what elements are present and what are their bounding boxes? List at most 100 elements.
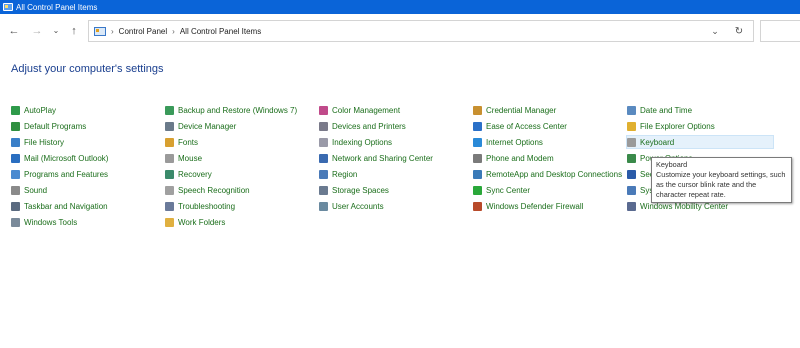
control-panel-item[interactable]: Devices and Printers — [319, 120, 406, 132]
control-panel-item-label: Ease of Access Center — [486, 121, 567, 131]
power-options-icon — [627, 153, 636, 163]
control-panel-item[interactable]: Device Manager — [165, 120, 236, 132]
ease-of-access-icon — [473, 121, 482, 131]
control-panel-item[interactable]: Troubleshooting — [165, 200, 235, 212]
control-panel-item[interactable]: AutoPlay — [11, 104, 56, 116]
control-panel-item-label: Windows Defender Firewall — [486, 201, 584, 211]
keyboard-icon — [627, 137, 636, 147]
control-panel-item[interactable]: Region — [319, 168, 357, 180]
control-panel-item[interactable]: Network and Sharing Center — [319, 152, 433, 164]
search-input[interactable] — [760, 20, 800, 42]
refresh-icon[interactable]: ↻ — [733, 25, 745, 37]
control-panel-item[interactable]: Backup and Restore (Windows 7) — [165, 104, 297, 116]
network-icon — [319, 153, 328, 163]
control-panel-item[interactable]: Phone and Modem — [473, 152, 554, 164]
chevron-down-icon[interactable]: ⌄ — [49, 24, 63, 38]
work-folders-icon — [165, 217, 174, 227]
control-panel-item[interactable]: Sync Center — [473, 184, 530, 196]
control-panel-item-label: Date and Time — [640, 105, 693, 115]
address-bar[interactable]: › Control Panel › All Control Panel Item… — [88, 20, 754, 42]
remoteapp-icon — [473, 169, 482, 179]
control-panel-item-label: Keyboard — [640, 137, 675, 147]
internet-options-icon — [473, 137, 482, 147]
control-panel-item-label: File Explorer Options — [640, 121, 715, 131]
control-panel-item[interactable]: Recovery — [165, 168, 212, 180]
control-panel-item-label: Color Management — [332, 105, 401, 115]
storage-icon — [319, 185, 328, 195]
indexing-icon — [319, 137, 328, 147]
control-panel-item[interactable]: Taskbar and Navigation — [11, 200, 108, 212]
control-panel-item[interactable]: Programs and Features — [11, 168, 108, 180]
control-panel-item-label: File History — [24, 137, 65, 147]
device-manager-icon — [165, 121, 174, 131]
breadcrumb-all-items[interactable]: All Control Panel Items — [180, 27, 261, 36]
security-icon — [627, 169, 636, 179]
control-panel-item-label: Troubleshooting — [178, 201, 236, 211]
control-panel-item-label: Sound — [24, 185, 48, 195]
breadcrumb-control-panel[interactable]: Control Panel — [119, 27, 167, 36]
control-panel-item-label: Network and Sharing Center — [332, 153, 433, 163]
backup-icon — [165, 105, 174, 115]
taskbar-icon — [11, 201, 20, 211]
control-panel-item[interactable]: File Explorer Options — [627, 120, 715, 132]
control-panel-item[interactable]: Storage Spaces — [319, 184, 389, 196]
control-panel-item[interactable]: Ease of Access Center — [473, 120, 567, 132]
control-panel-icon — [3, 3, 13, 11]
control-panel-item[interactable]: Keyboard — [626, 135, 774, 149]
control-panel-item[interactable]: User Accounts — [319, 200, 384, 212]
default-programs-icon — [11, 121, 20, 131]
control-panel-item-label: Mouse — [178, 153, 203, 163]
devices-printers-icon — [319, 121, 328, 131]
up-arrow-icon[interactable]: ↑ — [67, 24, 81, 38]
keyboard-tooltip: Keyboard Customize your keyboard setting… — [651, 157, 792, 203]
chevron-right-icon[interactable]: › — [111, 27, 114, 36]
control-panel-item-label: AutoPlay — [24, 105, 57, 115]
control-panel-item[interactable]: Internet Options — [473, 136, 543, 148]
control-panel-item[interactable]: Date and Time — [627, 104, 692, 116]
control-panel-item-label: Speech Recognition — [178, 185, 250, 195]
control-panel-item[interactable]: Indexing Options — [319, 136, 392, 148]
mouse-icon — [165, 153, 174, 163]
back-arrow-icon[interactable]: ← — [7, 24, 21, 38]
control-panel-item-label: Default Programs — [24, 121, 87, 131]
phone-modem-icon — [473, 153, 482, 163]
control-panel-item[interactable]: File History — [11, 136, 64, 148]
control-panel-item-label: Internet Options — [486, 137, 543, 147]
control-panel-item-label: Recovery — [178, 169, 212, 179]
control-panel-item-label: Taskbar and Navigation — [24, 201, 108, 211]
region-icon — [319, 169, 328, 179]
chevron-right-icon[interactable]: › — [172, 27, 175, 36]
sync-center-icon — [473, 185, 482, 195]
control-panel-item[interactable]: Default Programs — [11, 120, 86, 132]
control-panel-item-label: Storage Spaces — [332, 185, 389, 195]
tooltip-title: Keyboard — [656, 160, 688, 169]
mobility-icon — [627, 201, 636, 211]
programs-features-icon — [11, 169, 20, 179]
control-panel-item[interactable]: Work Folders — [165, 216, 225, 228]
control-panel-item-label: Region — [332, 169, 358, 179]
control-panel-item-label: Windows Tools — [24, 217, 78, 227]
control-panel-item[interactable]: Credential Manager — [473, 104, 556, 116]
system-icon — [627, 185, 636, 195]
control-panel-item[interactable]: Color Management — [319, 104, 400, 116]
sound-icon — [11, 185, 20, 195]
control-panel-item-label: Device Manager — [178, 121, 237, 131]
control-panel-item[interactable]: Speech Recognition — [165, 184, 250, 196]
control-panel-item[interactable]: Mouse — [165, 152, 202, 164]
user-accounts-icon — [319, 201, 328, 211]
autoplay-icon — [11, 105, 20, 115]
navigation-bar: ← → ⌄ ↑ › Control Panel › All Control Pa… — [0, 14, 800, 48]
control-panel-item[interactable]: Windows Tools — [11, 216, 77, 228]
address-dropdown-icon[interactable]: ⌄ — [709, 25, 721, 37]
control-panel-item[interactable]: Sound — [11, 184, 47, 196]
control-panel-item[interactable]: Fonts — [165, 136, 198, 148]
control-panel-item-label: Mail (Microsoft Outlook) — [24, 153, 109, 163]
control-panel-item[interactable]: Windows Defender Firewall — [473, 200, 583, 212]
control-panel-item-label: Sync Center — [486, 185, 531, 195]
troubleshooting-icon — [165, 201, 174, 211]
control-panel-item[interactable]: RemoteApp and Desktop Connections — [473, 168, 622, 180]
forward-arrow-icon[interactable]: → — [30, 24, 44, 38]
mail-icon — [11, 153, 20, 163]
date-time-icon — [627, 105, 636, 115]
control-panel-item[interactable]: Mail (Microsoft Outlook) — [11, 152, 108, 164]
